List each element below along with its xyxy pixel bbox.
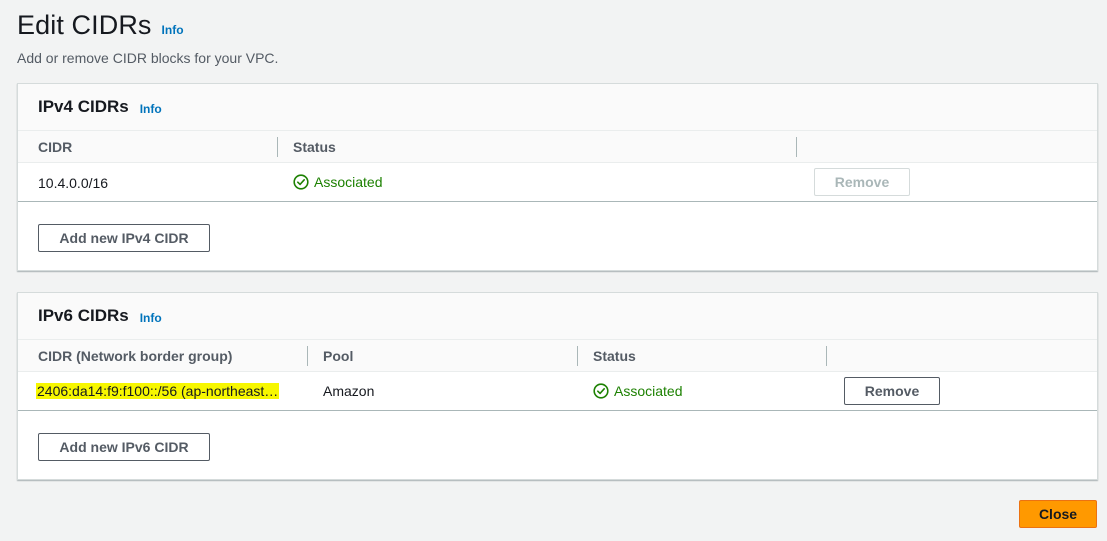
ipv6-info-link[interactable]: Info bbox=[140, 311, 162, 325]
add-ipv6-cidr-button[interactable]: Add new IPv6 CIDR bbox=[38, 433, 210, 461]
ipv6-table-header: CIDR (Network border group) Pool Status bbox=[18, 340, 1097, 372]
ipv4-panel-header: IPv4 CIDRs Info bbox=[18, 84, 1097, 131]
ipv6-col-cidr: CIDR (Network border group) bbox=[38, 348, 233, 364]
ipv6-col-status: Status bbox=[593, 348, 636, 364]
ipv4-cidr-value: 10.4.0.0/16 bbox=[38, 175, 109, 191]
ipv4-col-cidr: CIDR bbox=[38, 139, 73, 155]
ipv6-cidrs-panel: IPv6 CIDRs Info CIDR (Network border gro… bbox=[17, 292, 1098, 480]
check-circle-icon bbox=[293, 174, 309, 190]
page-info-link[interactable]: Info bbox=[162, 23, 184, 37]
ipv6-pool-value: Amazon bbox=[323, 383, 375, 399]
ipv4-info-link[interactable]: Info bbox=[140, 102, 162, 116]
ipv6-status: Associated bbox=[593, 383, 682, 399]
ipv4-col-status: Status bbox=[293, 139, 336, 155]
page-header: Edit CIDRs Info Add or remove CIDR block… bbox=[17, 10, 278, 66]
close-button[interactable]: Close bbox=[1019, 500, 1097, 528]
check-circle-icon bbox=[593, 383, 609, 399]
page-description: Add or remove CIDR blocks for your VPC. bbox=[17, 50, 279, 66]
ipv4-status-label: Associated bbox=[314, 174, 383, 190]
ipv6-remove-button[interactable]: Remove bbox=[844, 377, 940, 405]
ipv4-remove-button[interactable]: Remove bbox=[814, 168, 910, 196]
page-title-row: Edit CIDRs Info bbox=[17, 10, 278, 41]
ipv6-cidr-value: 2406:da14:f9:f100::/56 (ap-northeast… bbox=[36, 383, 280, 399]
column-divider[interactable] bbox=[796, 137, 797, 157]
ipv4-panel-title: IPv4 CIDRs bbox=[38, 97, 129, 116]
ipv4-cidrs-panel: IPv4 CIDRs Info CIDR Status 10.4.0.0/16 … bbox=[17, 83, 1098, 271]
ipv6-panel-title: IPv6 CIDRs bbox=[38, 306, 129, 325]
add-ipv4-cidr-button[interactable]: Add new IPv4 CIDR bbox=[38, 224, 210, 252]
column-divider[interactable] bbox=[826, 346, 827, 366]
column-divider[interactable] bbox=[307, 346, 308, 366]
ipv4-table-header: CIDR Status bbox=[18, 131, 1097, 163]
ipv6-col-pool: Pool bbox=[323, 348, 354, 364]
ipv6-panel-header: IPv6 CIDRs Info bbox=[18, 293, 1097, 340]
ipv6-table-row: 2406:da14:f9:f100::/56 (ap-northeast… Am… bbox=[18, 372, 1097, 411]
ipv6-status-label: Associated bbox=[614, 383, 683, 399]
ipv4-table-row: 10.4.0.0/16 Associated Remove bbox=[18, 163, 1097, 202]
column-divider[interactable] bbox=[577, 346, 578, 366]
ipv4-status: Associated bbox=[293, 174, 382, 190]
page-title: Edit CIDRs bbox=[17, 10, 152, 40]
column-divider[interactable] bbox=[277, 137, 278, 157]
